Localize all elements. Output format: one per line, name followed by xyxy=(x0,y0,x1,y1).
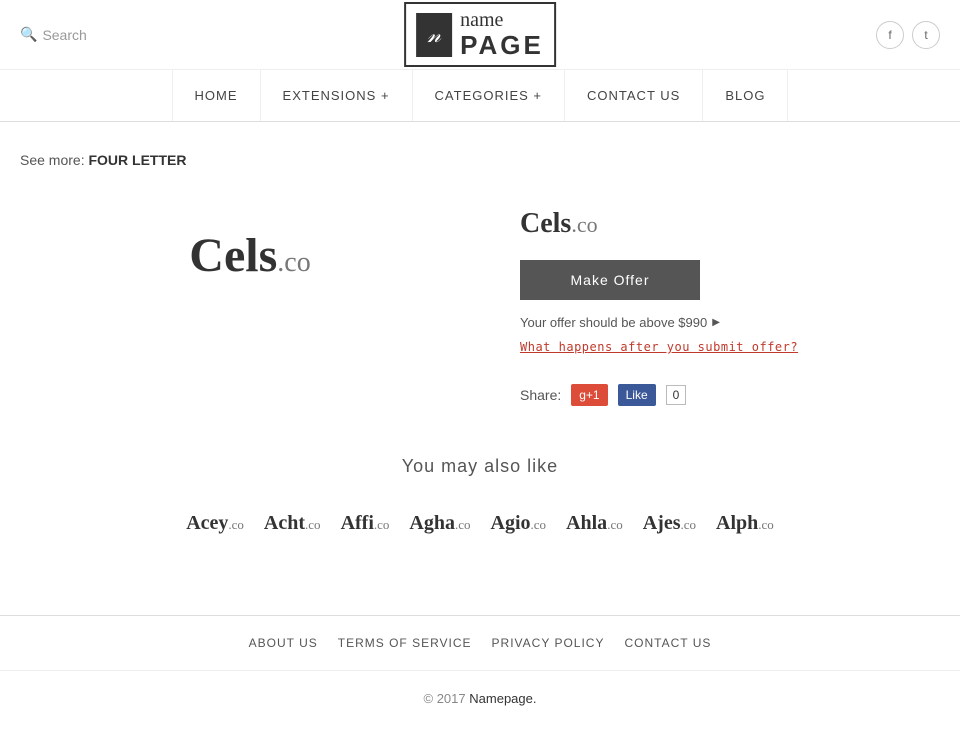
footer-about[interactable]: ABOUT US xyxy=(249,636,318,650)
domain-tld-2: .co xyxy=(305,517,321,532)
list-item[interactable]: Acht.co xyxy=(264,512,321,535)
domain-logo-text: Cels.co xyxy=(189,228,310,283)
domain-tld-4: .co xyxy=(455,517,471,532)
search-label: Search xyxy=(42,27,86,43)
domain-title-tld: .co xyxy=(571,212,597,237)
domain-name-1: Acey xyxy=(186,512,228,534)
list-item[interactable]: Alph.co xyxy=(716,512,774,535)
domain-name-8: Alph xyxy=(716,512,758,534)
list-item[interactable]: Agha.co xyxy=(409,512,470,535)
domain-name-5: Agio xyxy=(491,512,531,534)
domain-tld-3: .co xyxy=(374,517,390,532)
footer-privacy[interactable]: PRIVACY POLICY xyxy=(492,636,605,650)
footer-terms[interactable]: TERMS OF SERVICE xyxy=(338,636,472,650)
domain-tld-8: .co xyxy=(758,517,774,532)
nav-home[interactable]: HOME xyxy=(172,70,261,121)
nav-extensions[interactable]: EXTENSIONS + xyxy=(261,70,413,121)
make-offer-button[interactable]: Make Offer xyxy=(520,260,700,300)
social-links: f t xyxy=(876,21,940,49)
logo-name-text: name xyxy=(460,9,544,31)
twitter-icon[interactable]: t xyxy=(912,21,940,49)
see-more-section: See more: FOUR LETTER xyxy=(20,152,940,168)
domain-tld-7: .co xyxy=(680,517,696,532)
logo-icon: 𝓃 xyxy=(416,13,452,57)
domain-name-3: Affi xyxy=(341,512,374,534)
domain-logo-display: Cels.co xyxy=(20,188,480,323)
facebook-icon[interactable]: f xyxy=(876,21,904,49)
share-row: Share: g+1 Like 0 xyxy=(520,384,940,406)
domain-tld-large: .co xyxy=(277,247,310,278)
nav-categories[interactable]: CATEGORIES + xyxy=(413,70,565,121)
main-nav: HOME EXTENSIONS + CATEGORIES + CONTACT U… xyxy=(0,70,960,122)
domain-name-4: Agha xyxy=(409,512,455,534)
what-happens-link[interactable]: What happens after you submit offer? xyxy=(520,340,798,354)
see-more-link[interactable]: FOUR LETTER xyxy=(88,152,186,168)
search-bar[interactable]: 🔍 Search xyxy=(20,26,87,43)
share-label: Share: xyxy=(520,387,561,403)
footer-nav: ABOUT US TERMS OF SERVICE PRIVACY POLICY… xyxy=(0,616,960,671)
domain-name-large: Cels xyxy=(189,229,277,282)
offer-hint-arrow: ▶ xyxy=(712,317,720,328)
domain-tld-6: .co xyxy=(607,517,623,532)
see-more-prefix: See more: xyxy=(20,152,85,168)
list-item[interactable]: Ajes.co xyxy=(643,512,696,535)
google-plus-button[interactable]: g+1 xyxy=(571,384,607,406)
list-item[interactable]: Acey.co xyxy=(186,512,244,535)
domain-name-2: Acht xyxy=(264,512,305,534)
list-item[interactable]: Affi.co xyxy=(341,512,390,535)
domain-tld-5: .co xyxy=(531,517,547,532)
also-like-section: You may also like Acey.co Acht.co Affi.c… xyxy=(20,456,940,545)
domain-name-6: Ahla xyxy=(566,512,607,534)
copyright-brand[interactable]: Namepage. xyxy=(469,691,536,706)
footer: ABOUT US TERMS OF SERVICE PRIVACY POLICY… xyxy=(0,616,960,726)
fb-like-label: Like xyxy=(626,388,648,402)
list-item[interactable]: Agio.co xyxy=(491,512,547,535)
facebook-like-button[interactable]: Like xyxy=(618,384,656,406)
domain-name-7: Ajes xyxy=(643,512,681,534)
footer-copyright: © 2017 Namepage. xyxy=(0,671,960,726)
footer-contact[interactable]: CONTACT US xyxy=(624,636,711,650)
logo-page-text: PAGE xyxy=(460,31,544,60)
fb-count: 0 xyxy=(666,385,687,405)
domain-showcase: Cels.co Cels.co Make Offer Your offer sh… xyxy=(20,188,940,406)
nav-blog[interactable]: BLOG xyxy=(703,70,788,121)
main-content: See more: FOUR LETTER Cels.co Cels.co Ma… xyxy=(0,122,960,575)
nav-contact[interactable]: CONTACT US xyxy=(565,70,703,121)
domain-tld-1: .co xyxy=(228,517,244,532)
domain-list: Acey.co Acht.co Affi.co Agha.co Agio.co … xyxy=(20,502,940,545)
domain-info-panel: Cels.co Make Offer Your offer should be … xyxy=(520,188,940,406)
gplus-label: g+1 xyxy=(579,388,599,402)
domain-title-name: Cels xyxy=(520,208,571,239)
search-icon: 🔍 xyxy=(20,26,37,43)
domain-title: Cels.co xyxy=(520,208,940,240)
list-item[interactable]: Ahla.co xyxy=(566,512,623,535)
offer-hint: Your offer should be above $990 ▶ xyxy=(520,315,940,330)
offer-hint-text: Your offer should be above $990 xyxy=(520,315,707,330)
also-like-title: You may also like xyxy=(20,456,940,477)
copyright-prefix: © 2017 xyxy=(424,691,466,706)
site-logo: 𝓃 name PAGE xyxy=(404,2,556,67)
